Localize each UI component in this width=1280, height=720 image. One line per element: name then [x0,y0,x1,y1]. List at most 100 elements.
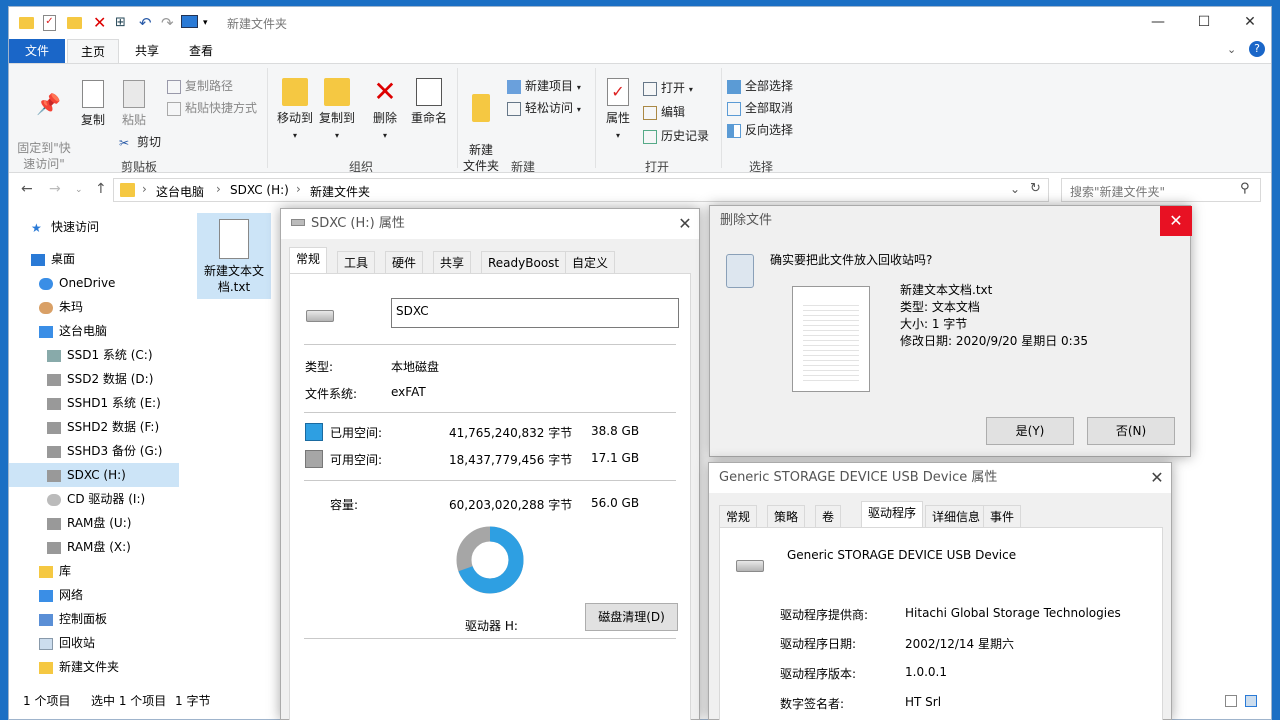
undo-icon[interactable]: ↶ [139,15,155,31]
close-icon[interactable]: ✕ [1160,206,1192,236]
nav-libraries[interactable]: 库 [9,559,179,583]
close-icon[interactable]: ✕ [669,209,701,239]
copy-path-button[interactable]: 复制路径 [167,76,233,96]
nav-onedrive[interactable]: OneDrive [9,271,179,295]
dialog-title: SDXC (H:) 属性 [281,209,699,239]
paste-shortcut-button[interactable]: 粘贴快捷方式 [167,98,257,118]
tab-share[interactable]: 共享 [121,39,173,63]
close-icon[interactable]: ✕ [1141,463,1173,493]
nav-network[interactable]: 网络 [9,583,179,607]
nav-drive-i[interactable]: CD 驱动器 (I:) [9,487,179,511]
copy-to-button[interactable]: 复制到 ▾ [317,78,357,144]
nav-drive-d[interactable]: SSD2 数据 (D:) [9,367,179,391]
tab-volumes[interactable]: 卷 [815,505,842,527]
minimize-button[interactable]: — [1135,7,1181,37]
help-icon[interactable]: ? [1249,41,1265,57]
recent-dropdown-icon[interactable]: ⌄ [75,185,83,195]
new-item-button[interactable]: 新建项目 ▾ [507,76,581,96]
no-button[interactable]: 否(N) [1087,417,1175,445]
user-icon [39,301,53,314]
nav-this-pc[interactable]: 这台电脑 [9,319,179,343]
tab-hardware[interactable]: 硬件 [385,251,424,273]
nav-drive-e[interactable]: SSHD1 系统 (E:) [9,391,179,415]
invert-selection-button[interactable]: 反向选择 [727,120,793,140]
nav-label: SSHD2 数据 (F:) [67,420,160,434]
tab-view[interactable]: 查看 [175,39,227,63]
nav-label: CD 驱动器 (I:) [67,492,146,506]
move-to-button[interactable]: 移动到 ▾ [275,78,315,144]
tab-home[interactable]: 主页 [67,39,119,63]
nav-drive-g[interactable]: SSHD3 备份 (G:) [9,439,179,463]
tab-sharing[interactable]: 共享 [433,251,472,273]
close-button[interactable]: ✕ [1227,7,1273,37]
refresh-icon[interactable]: ↻ [1030,181,1041,196]
nav-control-panel[interactable]: 控制面板 [9,607,179,631]
tab-customize[interactable]: 自定义 [565,251,616,273]
nav-drive-u[interactable]: RAM盘 (U:) [9,511,179,535]
history-button[interactable]: 历史记录 [643,126,709,146]
back-arrow-icon[interactable]: ← [21,181,33,197]
used-label: 已用空间: [330,426,383,440]
yes-button[interactable]: 是(Y) [986,417,1074,445]
paste-button[interactable]: 粘贴 [117,80,151,128]
open-button[interactable]: 打开 ▾ [643,78,693,98]
breadcrumb-item[interactable]: 新建文件夹 [310,183,370,200]
up-arrow-icon[interactable]: ↑ [95,181,107,197]
select-all-button[interactable]: 全部选择 [727,76,793,96]
easy-access-button[interactable]: 轻松访问 ▾ [507,98,581,118]
disk-cleanup-button[interactable]: 磁盘清理(D) [585,603,678,631]
breadcrumb[interactable]: › 这台电脑 › SDXC (H:) › 新建文件夹 ⌄ ↻ [113,178,1049,202]
tab-general[interactable]: 常规 [289,247,328,273]
tab-file[interactable]: 文件 [9,39,65,63]
drive-icon [47,469,61,482]
volume-name-input[interactable]: SDXC [391,298,679,328]
pin-quick-access-button[interactable]: 📌 固定到"快 速访问" [13,80,75,172]
nav-drive-h[interactable]: SDXC (H:) [9,463,179,487]
rename-icon[interactable]: ⊞ [115,15,131,31]
properties-icon[interactable]: ✓ [43,15,56,31]
large-icons-view-icon[interactable] [1245,695,1257,707]
nav-new-folder[interactable]: 新建文件夹 [9,655,179,679]
nav-user[interactable]: 朱玛 [9,295,179,319]
nav-drive-x[interactable]: RAM盘 (X:) [9,535,179,559]
computer-icon[interactable] [181,15,198,28]
nav-quick-access[interactable]: ★ 快速访问 [9,215,179,239]
edit-button[interactable]: 编辑 [643,102,685,122]
free-space-swatch [305,450,323,468]
tab-policies[interactable]: 策略 [767,505,806,527]
cut-button[interactable]: ✂ 剪切 [119,132,161,152]
properties-button[interactable]: ✓ 属性 ▾ [603,78,633,144]
breadcrumb-item[interactable]: 这台电脑 [156,183,204,200]
tab-tools[interactable]: 工具 [337,251,376,273]
edit-label: 编辑 [661,105,686,119]
rename-button[interactable]: 重命名 [407,78,451,126]
forward-arrow-icon[interactable]: → [49,181,61,197]
nav-recycle-bin[interactable]: 回收站 [9,631,179,655]
delete-button[interactable]: ✕ 删除 ▾ [369,78,401,144]
maximize-button[interactable]: ☐ [1181,7,1227,37]
nav-drive-f[interactable]: SSHD2 数据 (F:) [9,415,179,439]
nav-drive-c[interactable]: SSD1 系统 (C:) [9,343,179,367]
drive-icon [736,560,764,572]
filesystem-label: 文件系统: [305,387,358,401]
redo-icon[interactable]: ↷ [161,15,177,31]
customize-dropdown-icon[interactable]: ▾ [203,15,219,31]
details-view-icon[interactable] [1225,695,1237,707]
new-folder-icon[interactable] [67,15,83,31]
tab-readyboost[interactable]: ReadyBoost [481,251,567,273]
ribbon-expand-icon[interactable]: ⌄ [1227,43,1236,56]
select-none-button[interactable]: 全部取消 [727,98,793,118]
tab-events[interactable]: 事件 [983,505,1022,527]
breadcrumb-item[interactable]: SDXC (H:) [230,183,289,197]
address-dropdown-icon[interactable]: ⌄ [1010,182,1020,196]
file-item[interactable]: 新建文本文 档.txt [197,213,271,299]
tab-driver[interactable]: 驱动程序 [861,501,924,527]
copy-button[interactable]: 复制 [77,80,109,128]
folder-icon [120,183,135,197]
tab-details[interactable]: 详细信息 [925,505,988,527]
delete-icon[interactable]: ✕ [93,15,109,31]
search-input[interactable]: 搜索"新建文件夹" ⚲ [1061,178,1261,202]
nav-desktop[interactable]: 桌面 [9,247,179,271]
new-folder-button[interactable]: 新建 文件夹 [461,78,501,174]
tab-general[interactable]: 常规 [719,505,758,527]
